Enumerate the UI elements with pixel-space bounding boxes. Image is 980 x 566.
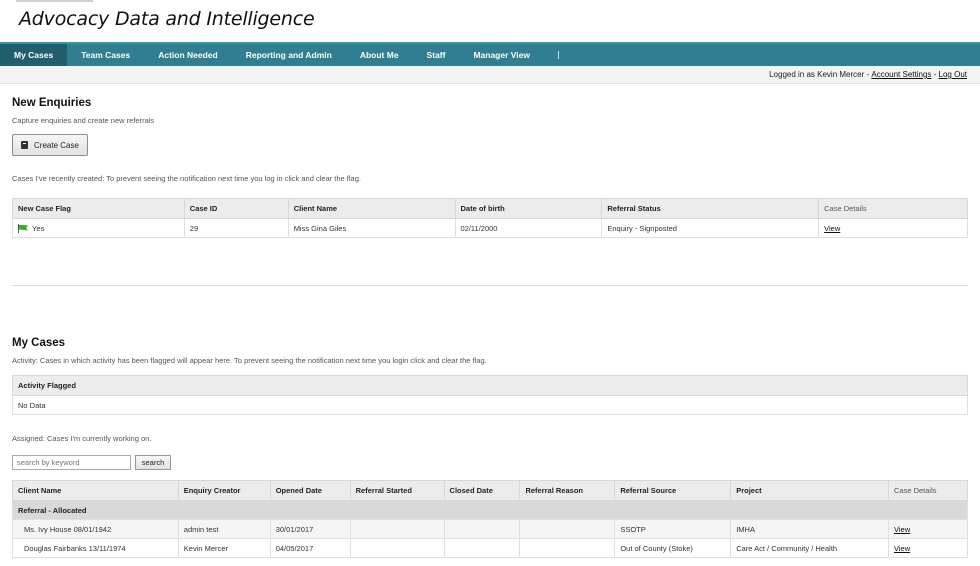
- col-project: Project: [730, 480, 889, 501]
- col-referral-started: Referral Started: [349, 480, 445, 501]
- details-cell: View: [888, 538, 968, 558]
- col-client-name: Client Name: [287, 198, 456, 219]
- app-title: Advocacy Data and Intelligence: [19, 8, 315, 30]
- flag-pole: [18, 223, 19, 233]
- green-flag-icon: [19, 224, 28, 231]
- group-label: Referral - Allocated: [12, 500, 968, 520]
- table-row: Yes 29 Miss Gina Giles 02/11/2000 Enquir…: [12, 218, 968, 238]
- my-cases-title: My Cases: [12, 337, 66, 349]
- details-cell: View: [818, 218, 968, 238]
- activity-note: Activity: Cases in which activity has be…: [12, 356, 487, 365]
- closed-cell: [443, 538, 521, 558]
- nav-reporting-admin[interactable]: Reporting and Admin: [232, 44, 346, 66]
- group-row: Referral - Allocated: [12, 500, 968, 520]
- dob-cell: 02/11/2000: [454, 218, 603, 238]
- window-tab-stub: [16, 0, 93, 2]
- opened-cell: 04/05/2017: [269, 538, 351, 558]
- flag-value: Yes: [32, 223, 45, 233]
- new-enquiries-title: New Enquiries: [12, 97, 92, 109]
- col-activity-flagged: Activity Flagged: [12, 375, 968, 396]
- status-cell: Enquiry - Signposted: [601, 218, 820, 238]
- table-row: No Data: [12, 395, 968, 415]
- no-data-cell: No Data: [12, 395, 968, 415]
- col-referral-source: Referral Source: [614, 480, 732, 501]
- reason-cell: [519, 538, 616, 558]
- assigned-note: Assigned: Cases I'm currently working on…: [12, 434, 152, 443]
- new-enquiries-subtitle: Capture enquiries and create new referra…: [12, 116, 155, 125]
- recent-cases-note: Cases I've recently created: To prevent …: [12, 174, 361, 183]
- account-settings-link[interactable]: Account Settings: [871, 70, 931, 79]
- view-link[interactable]: View: [824, 224, 840, 233]
- nav-staff[interactable]: Staff: [413, 44, 460, 66]
- nav-about-me[interactable]: About Me: [346, 44, 413, 66]
- source-cell: SSOTP: [614, 519, 732, 539]
- reason-cell: [519, 519, 616, 539]
- creator-cell: admin test: [177, 519, 271, 539]
- assigned-cases-table: Client Name Enquiry Creator Opened Date …: [12, 480, 968, 558]
- activity-table: Activity Flagged No Data: [12, 375, 968, 415]
- col-closed-date: Closed Date: [443, 480, 521, 501]
- col-opened-date: Opened Date: [269, 480, 351, 501]
- col-client-name: Client Name: [12, 480, 179, 501]
- col-case-details: Case Details: [818, 198, 968, 219]
- client-name-cell: Miss Gina Giles: [287, 218, 456, 238]
- case-id-cell: 29: [183, 218, 289, 238]
- nav-my-cases[interactable]: My Cases: [0, 44, 68, 66]
- user-bar: Logged in as Kevin Mercer - Account Sett…: [0, 66, 980, 84]
- col-referral-status: Referral Status: [601, 198, 820, 219]
- started-cell: [349, 538, 445, 558]
- flag-cell[interactable]: Yes: [12, 218, 185, 238]
- nav-team-cases[interactable]: Team Cases: [67, 44, 144, 66]
- logout-link[interactable]: Log Out: [939, 70, 967, 79]
- view-link[interactable]: View: [894, 544, 910, 553]
- col-case-id: Case ID: [183, 198, 289, 219]
- logged-in-label: Logged in as Kevin Mercer -: [769, 70, 872, 79]
- main-nav: My Cases Team Cases Action Needed Report…: [0, 42, 980, 66]
- nav-manager-view[interactable]: Manager View: [459, 44, 544, 66]
- table-header-row: Activity Flagged: [12, 375, 968, 396]
- col-enquiry-creator: Enquiry Creator: [177, 480, 271, 501]
- search-button[interactable]: search: [135, 455, 171, 470]
- table-header-row: Client Name Enquiry Creator Opened Date …: [12, 480, 968, 501]
- col-case-details: Case Details: [888, 480, 968, 501]
- create-case-label: Create Case: [34, 140, 79, 150]
- view-link[interactable]: View: [894, 525, 910, 534]
- section-divider: [12, 285, 968, 286]
- nav-separator: [557, 51, 559, 59]
- project-cell: IMHA: [730, 519, 889, 539]
- book-icon: [21, 141, 29, 149]
- table-row: Douglas Fairbanks 13/11/1974 Kevin Merce…: [12, 538, 968, 558]
- table-header-row: New Case Flag Case ID Client Name Date o…: [12, 198, 968, 219]
- create-case-button[interactable]: Create Case: [12, 134, 88, 156]
- userbar-separator: -: [931, 70, 939, 79]
- col-referral-reason: Referral Reason: [519, 480, 616, 501]
- source-cell: Out of County (Stoke): [614, 538, 732, 558]
- col-new-case-flag: New Case Flag: [12, 198, 185, 219]
- nav-action-needed[interactable]: Action Needed: [144, 44, 232, 66]
- project-cell: Care Act / Community / Health: [730, 538, 889, 558]
- opened-cell: 30/01/2017: [269, 519, 351, 539]
- closed-cell: [443, 519, 521, 539]
- search-input[interactable]: [12, 455, 131, 470]
- started-cell: [349, 519, 445, 539]
- table-row: Ms. Ivy House 08/01/1942 admin test 30/0…: [12, 519, 968, 539]
- client-cell: Ms. Ivy House 08/01/1942: [12, 519, 179, 539]
- client-cell: Douglas Fairbanks 13/11/1974: [12, 538, 179, 558]
- recent-cases-table: New Case Flag Case ID Client Name Date o…: [12, 198, 968, 238]
- col-date-of-birth: Date of birth: [454, 198, 603, 219]
- creator-cell: Kevin Mercer: [177, 538, 271, 558]
- details-cell: View: [888, 519, 968, 539]
